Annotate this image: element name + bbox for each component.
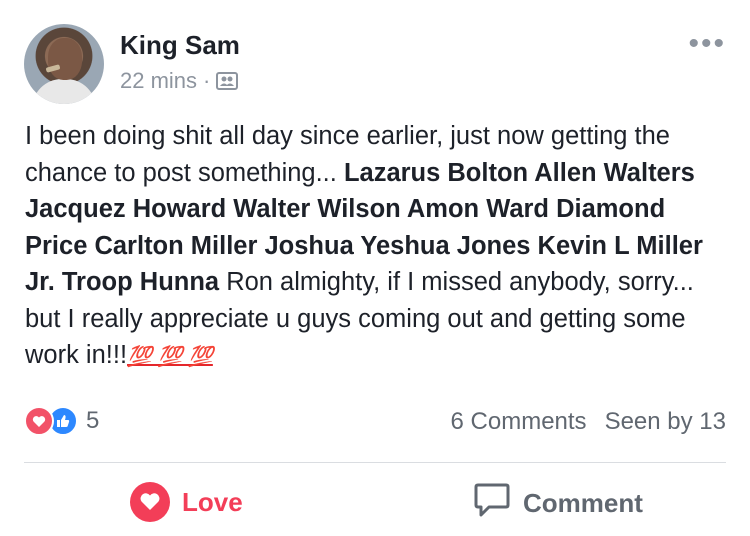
love-icon [24,406,54,436]
action-divider [24,462,726,463]
post-timestamp[interactable]: 22 mins [120,68,197,94]
more-dots-icon[interactable]: ••• [688,29,726,59]
hundred-points-emojis: 💯 💯 💯 [127,346,213,368]
comment-button[interactable]: Comment [473,482,643,525]
friends-icon[interactable] [216,71,239,91]
love-button-label: Love [182,486,243,517]
post-meta: 22 mins · [120,68,239,94]
comment-button-label: Comment [523,488,643,518]
reaction-summary[interactable]: 5 [24,406,99,436]
avatar-shirt [32,79,96,104]
author-name[interactable]: King Sam [120,30,240,61]
seen-by-count[interactable]: Seen by 13 [605,408,726,436]
love-button-icon [130,482,170,522]
comments-count[interactable]: 6 Comments [451,408,587,436]
love-button[interactable]: Love [130,482,243,522]
reaction-count: 5 [86,407,100,434]
author-avatar[interactable] [24,24,104,104]
comment-icon [473,482,511,525]
post-body: I been doing shit all day since earlier,… [25,118,725,376]
meta-separator: · [203,68,211,93]
post-stats: 6 Comments Seen by 13 [451,408,726,436]
avatar-face [48,38,82,80]
